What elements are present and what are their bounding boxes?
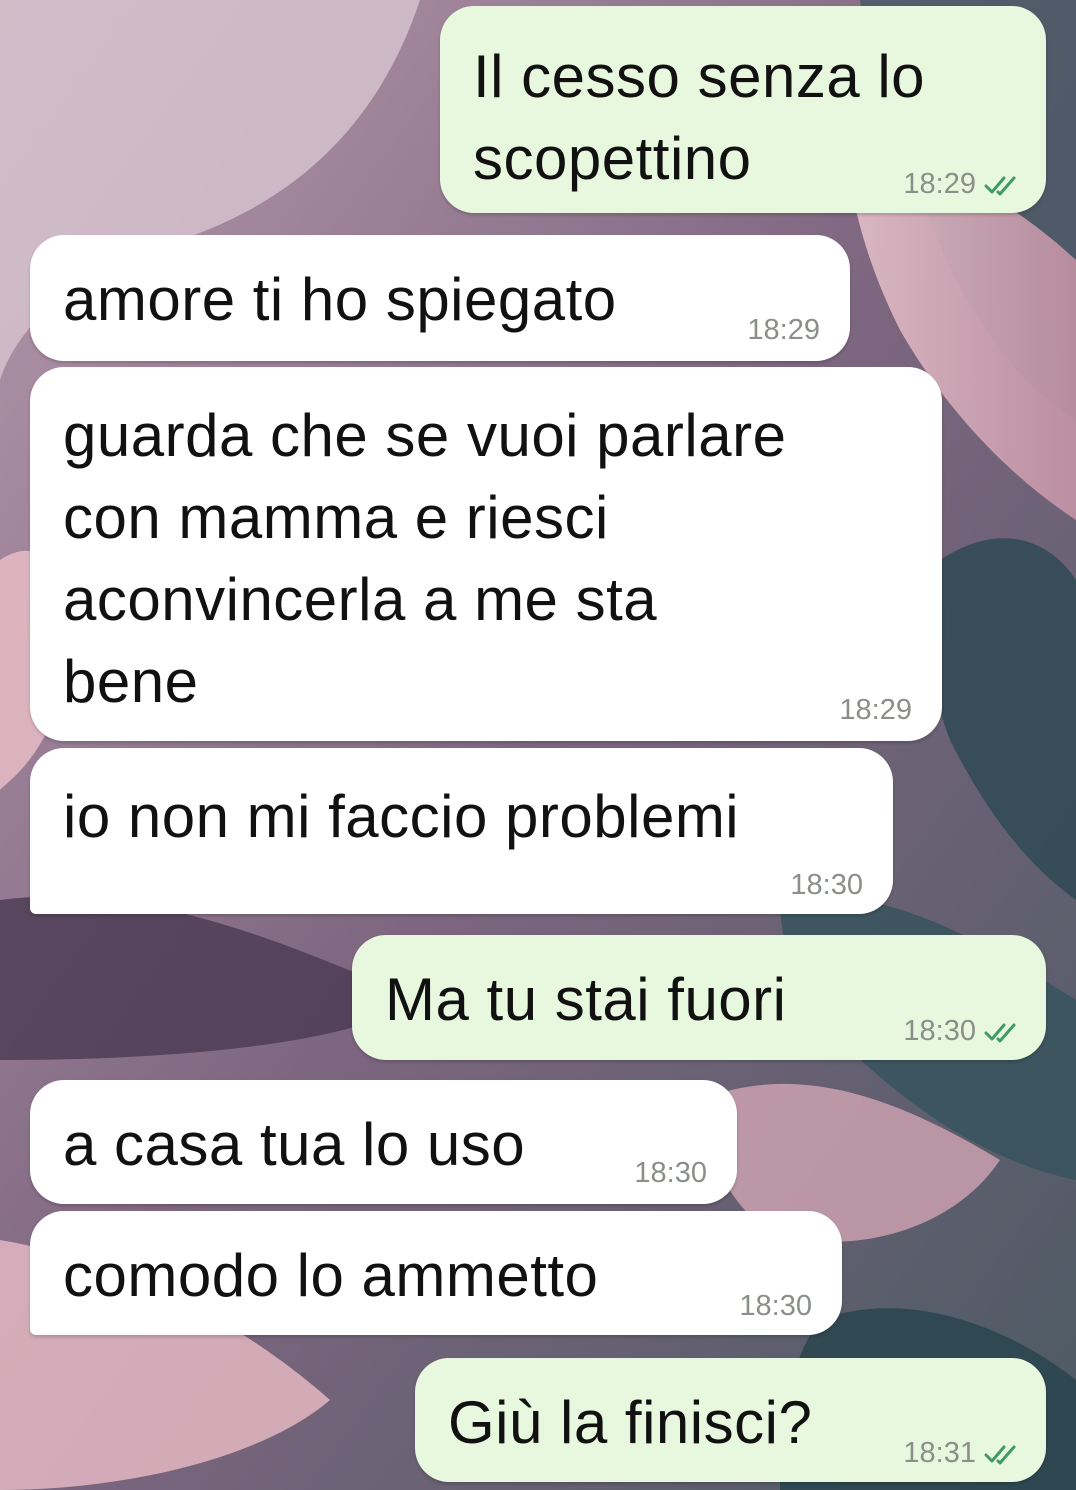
message-text: comodo lo ammetto bbox=[63, 1242, 599, 1309]
message-time: 18:29 bbox=[903, 168, 976, 200]
message-time: 18:29 bbox=[747, 314, 820, 346]
message-bubble-incoming[interactable]: a casa tua lo uso 18:30 bbox=[30, 1080, 737, 1204]
message-meta: 18:31 bbox=[903, 1437, 1024, 1470]
message-meta: 18:29 bbox=[747, 314, 820, 347]
double-check-icon bbox=[984, 1020, 1024, 1044]
message-meta: 18:30 bbox=[634, 1157, 707, 1190]
message-text: Ma tu stai fuori bbox=[385, 966, 787, 1033]
message-bubble-incoming[interactable]: comodo lo ammetto 18:30 bbox=[30, 1211, 842, 1335]
message-time: 18:30 bbox=[903, 1015, 976, 1047]
message-text: amore ti ho spiegato bbox=[63, 266, 617, 333]
message-text: Giù la finisci? bbox=[448, 1389, 813, 1456]
message-bubble-incoming[interactable]: amore ti ho spiegato 18:29 bbox=[30, 235, 850, 361]
message-text: io non mi faccio problemi bbox=[63, 783, 740, 850]
message-meta: 18:30 bbox=[790, 869, 863, 902]
message-bubble-incoming[interactable]: guarda che se vuoi parlare con mamma e r… bbox=[30, 367, 942, 741]
message-meta: 18:29 bbox=[839, 694, 912, 727]
message-text: a casa tua lo uso bbox=[63, 1111, 526, 1178]
message-text: guarda che se vuoi parlare con mamma e r… bbox=[63, 402, 787, 715]
message-time: 18:30 bbox=[790, 869, 863, 901]
message-time: 18:29 bbox=[839, 694, 912, 726]
message-meta: 18:30 bbox=[903, 1015, 1024, 1048]
message-bubble-outgoing[interactable]: Il cesso senza lo scopettino 18:29 bbox=[440, 6, 1046, 213]
message-bubble-incoming[interactable]: io non mi faccio problemi 18:30 bbox=[30, 748, 893, 914]
message-time: 18:31 bbox=[903, 1437, 976, 1469]
message-time: 18:30 bbox=[739, 1290, 812, 1322]
message-bubble-outgoing[interactable]: Ma tu stai fuori 18:30 bbox=[352, 935, 1046, 1060]
message-text: Il cesso senza lo scopettino bbox=[473, 43, 926, 192]
message-bubble-outgoing[interactable]: Giù la finisci? 18:31 bbox=[415, 1358, 1046, 1482]
double-check-icon bbox=[984, 173, 1024, 197]
message-meta: 18:29 bbox=[903, 168, 1024, 201]
double-check-icon bbox=[984, 1442, 1024, 1466]
message-time: 18:30 bbox=[634, 1157, 707, 1189]
message-meta: 18:30 bbox=[739, 1290, 812, 1323]
